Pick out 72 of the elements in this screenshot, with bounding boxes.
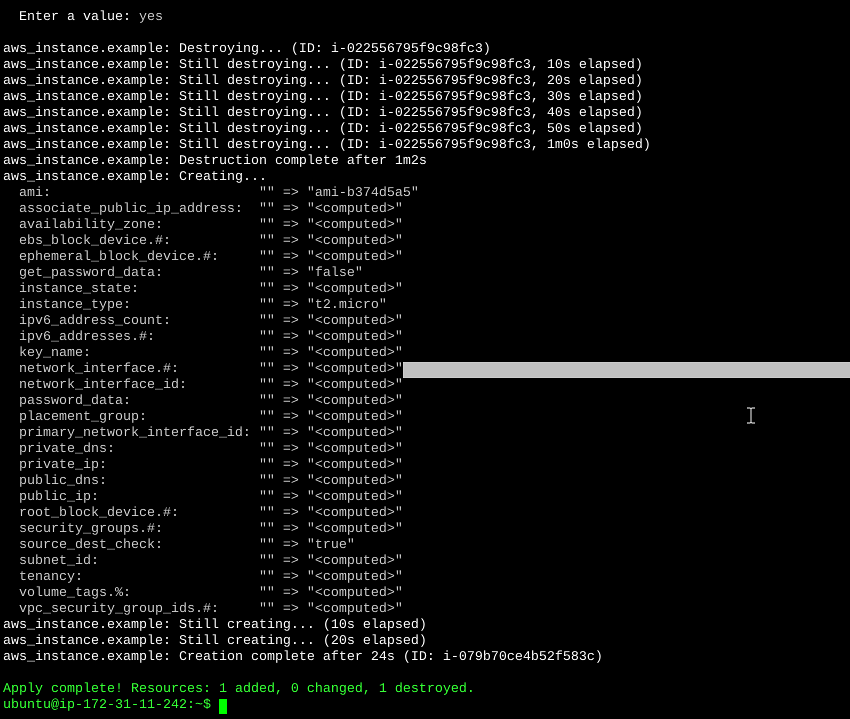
attribute-value: "" => "<computed>" (258, 602, 403, 618)
shell-prompt: ubuntu@ip-172-31-11-242:~$ (3, 698, 211, 714)
attribute-name: vpc_security_group_ids.#: (18, 602, 220, 618)
attribute-value: "" => "<computed>" (258, 346, 403, 362)
prompt-label: Enter a value: (18, 10, 131, 26)
success-message: Apply complete! Resources: 1 added, 0 changed, 1 destroyed. (3, 682, 475, 698)
attribute-value: "" => "<computed>" (258, 586, 403, 602)
attribute-value: "" => "<computed>" (258, 250, 403, 266)
attribute-name: placement_group: (18, 410, 148, 426)
attribute-value: "" => "<computed>" (258, 570, 403, 586)
attribute-name: private_dns: (18, 442, 116, 458)
attribute-value: "" => "<computed>" (258, 490, 403, 506)
attribute-name: associate_public_ip_address: (18, 202, 244, 218)
log-line: aws_instance.example: Still destroying... (ID: i-022556795f9c98fc3, 1m0s elapsed) (3, 138, 651, 154)
attribute-value: "" => "<computed>" (258, 554, 403, 570)
attribute-name: ebs_block_device.#: (18, 234, 172, 250)
attribute-name: instance_state: (18, 282, 140, 298)
log-line: aws_instance.example: Still destroying... (ID: i-022556795f9c98fc3, 20s elapsed) (3, 74, 643, 90)
attribute-name: subnet_id: (18, 554, 100, 570)
attribute-value: "" => "<computed>" (258, 506, 403, 522)
log-line: aws_instance.example: Still creating... (10s elapsed) (3, 618, 427, 634)
attribute-name: primary_network_interface_id: (18, 426, 252, 442)
attribute-name: ipv6_addresses.#: (18, 330, 156, 346)
attribute-name: password_data: (18, 394, 132, 410)
attribute-name: key_name: (18, 346, 92, 362)
attribute-value: "" => "t2.micro" (258, 298, 387, 314)
log-line: aws_instance.example: Destruction complete after 1m2s (3, 154, 427, 170)
attribute-value: "" => "<computed>" (258, 410, 403, 426)
log-line: aws_instance.example: Still destroying... (ID: i-022556795f9c98fc3, 10s elapsed) (3, 58, 643, 74)
typed-answer: yes (138, 10, 163, 26)
attribute-value: "" => "<computed>" (258, 474, 403, 490)
attribute-value: "" => "<computed>" (258, 202, 403, 218)
attribute-name: ipv6_address_count: (18, 314, 172, 330)
attribute-value: "" => "<computed>" (258, 394, 403, 410)
attribute-name: ephemeral_block_device.#: (18, 250, 220, 266)
log-line: aws_instance.example: Still creating... (20s elapsed) (3, 634, 427, 650)
attribute-name: network_interface_id: (18, 378, 188, 394)
attribute-value: "" => "<computed>" (258, 234, 403, 250)
attribute-name: public_dns: (18, 474, 108, 490)
attribute-name: tenancy: (18, 570, 84, 586)
attribute-value: "" => "<computed>" (258, 426, 403, 442)
attribute-value: "" => "<computed>" (258, 282, 403, 298)
attribute-value: "" => "<computed>" (258, 362, 403, 378)
attribute-name: instance_type: (18, 298, 132, 314)
attribute-value: "" => "false" (258, 266, 363, 282)
attribute-value: "" => "<computed>" (258, 314, 403, 330)
attribute-name: root_block_device.#: (18, 506, 180, 522)
attribute-name: public_ip: (18, 490, 100, 506)
log-line: aws_instance.example: Creation complete after 24s (ID: i-079b70ce4b52f583c) (3, 650, 603, 666)
log-line: aws_instance.example: Creating... (3, 170, 267, 186)
attribute-name: ami: (18, 186, 52, 202)
ibeam-cursor-icon (746, 407, 756, 424)
attribute-name: security_groups.#: (18, 522, 164, 538)
attribute-value: "" => "<computed>" (258, 458, 403, 474)
attribute-value: "" => "<computed>" (258, 218, 403, 234)
attribute-value: "" => "<computed>" (258, 330, 403, 346)
attribute-name: availability_zone: (18, 218, 164, 234)
attribute-value: "" => "<computed>" (258, 378, 403, 394)
attribute-value: "" => "<computed>" (258, 442, 403, 458)
attribute-name: volume_tags.%: (18, 586, 132, 602)
attribute-value: "" => "ami-b374d5a5" (258, 186, 419, 202)
log-line: aws_instance.example: Destroying... (ID: i-022556795f9c98fc3) (3, 42, 491, 58)
log-line: aws_instance.example: Still destroying... (ID: i-022556795f9c98fc3, 50s elapsed) (3, 122, 643, 138)
log-line: aws_instance.example: Still destroying... (ID: i-022556795f9c98fc3, 40s elapsed) (3, 106, 643, 122)
log-line: aws_instance.example: Still destroying... (ID: i-022556795f9c98fc3, 30s elapsed) (3, 90, 643, 106)
attribute-name: get_password_data: (18, 266, 164, 282)
text-cursor (218, 698, 227, 714)
attribute-name: network_interface.#: (18, 362, 180, 378)
attribute-name: source_dest_check: (18, 538, 164, 554)
attribute-name: private_ip: (18, 458, 108, 474)
attribute-value: "" => "<computed>" (258, 522, 403, 538)
attribute-value: "" => "true" (258, 538, 355, 554)
